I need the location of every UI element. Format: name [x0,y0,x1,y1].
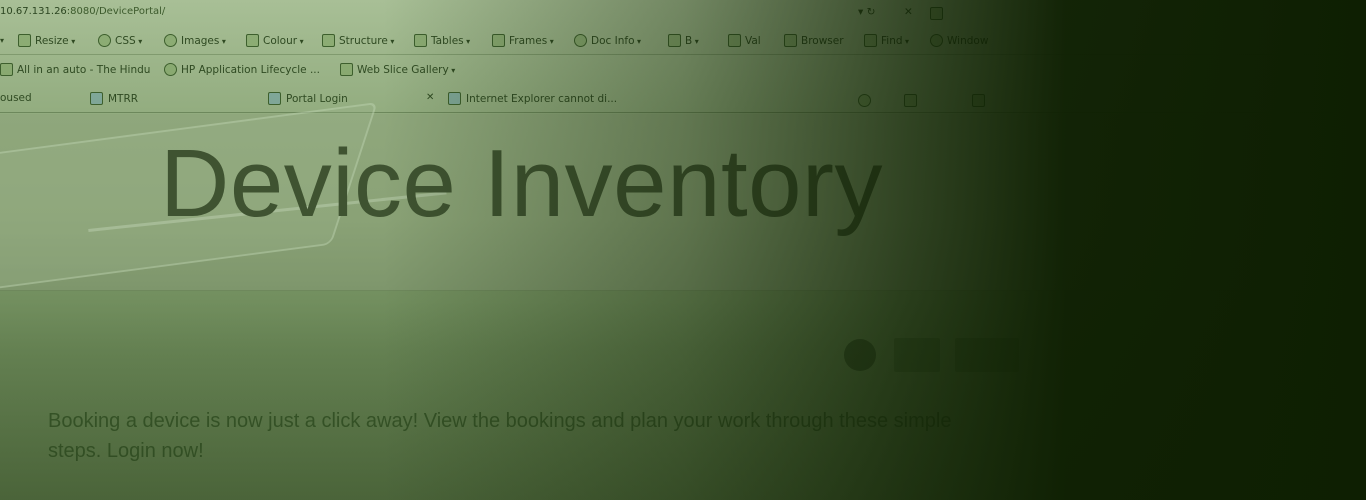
print-icon[interactable] [972,94,985,107]
search-provider-icon[interactable] [930,7,943,20]
user-icon[interactable] [844,339,876,371]
address-bar-row: 10.67.131.26:8080/DevicePortal/ ▾ ↻ ✕ [0,4,1366,20]
toolbar-item-structure[interactable]: Structure [322,34,394,47]
frames-icon [492,34,505,47]
structure-icon [322,34,335,47]
toolbar-item-window[interactable]: Window [930,34,988,47]
address-bar[interactable]: 10.67.131.26:8080/DevicePortal/ [0,6,165,17]
resize-icon [18,34,31,47]
browser-icon [784,34,797,47]
toolbar-item-find[interactable]: Find [864,34,909,47]
toolbar-item-resize[interactable]: Resize [18,34,75,47]
favorites-bar: All in an auto - The Hindu HP Applicatio… [0,60,1366,80]
tab[interactable]: oused [0,92,32,104]
images-icon [164,34,177,47]
ie-page-icon [448,92,461,105]
find-icon [864,34,877,47]
toolbar-item-images[interactable]: Images [164,34,226,47]
intro-text: Booking a device is now just a click awa… [48,410,952,462]
refresh-icon[interactable]: ▾ ↻ [858,6,875,18]
stop-icon[interactable]: ✕ [904,6,913,18]
tab-active[interactable]: Portal Login [268,92,348,105]
close-tab-icon[interactable]: ✕ [426,92,434,103]
developer-toolbar: Resize CSS Images Colour Structure Table… [0,30,1366,55]
login-button[interactable] [955,338,1019,372]
feeds-icon[interactable] [904,94,917,107]
toolbar-item-frames[interactable]: Frames [492,34,554,47]
address-path: :8080/DevicePortal/ [66,6,166,17]
toolbar-item-css[interactable]: CSS [98,34,142,47]
favorite-link[interactable]: Web Slice Gallery [340,63,455,76]
home-icon[interactable] [858,94,871,107]
doc-info-icon [574,34,587,47]
tables-icon [414,34,427,47]
ie-page-icon [268,92,281,105]
toolbar-item-colour[interactable]: Colour [246,34,304,47]
toolbar-item-tables[interactable]: Tables [414,34,470,47]
refresh-page-icon [164,63,177,76]
window-icon [930,34,943,47]
browser-screenshot: 10.67.131.26:8080/DevicePortal/ ▾ ↻ ✕ Re… [0,0,1366,500]
toolbar-start-chevron[interactable] [0,34,4,46]
toolbar-item-doc-info[interactable]: Doc Info [574,34,641,47]
tab-bar: oused MTRR Portal Login ✕ Internet Explo… [0,88,1366,113]
validate-icon [728,34,741,47]
address-ip: 10.67.131.26 [0,6,67,17]
ie-page-icon [90,92,103,105]
login-field[interactable] [894,338,940,372]
page-icon [0,63,13,76]
toolbar-item-b[interactable]: B [668,34,699,47]
favorite-link[interactable]: HP Application Lifecycle ... [164,63,320,76]
toolbar-item-browser[interactable]: Browser [784,34,844,47]
web-slice-icon [340,63,353,76]
favorite-link[interactable]: All in an auto - The Hindu [0,63,150,76]
tab[interactable]: MTRR [90,92,138,105]
toolbar-item-validate[interactable]: Val [728,34,761,47]
page-title: Device Inventory [160,130,883,237]
colour-icon [246,34,259,47]
css-icon [98,34,111,47]
b-icon [668,34,681,47]
tab[interactable]: Internet Explorer cannot di... [448,92,617,105]
